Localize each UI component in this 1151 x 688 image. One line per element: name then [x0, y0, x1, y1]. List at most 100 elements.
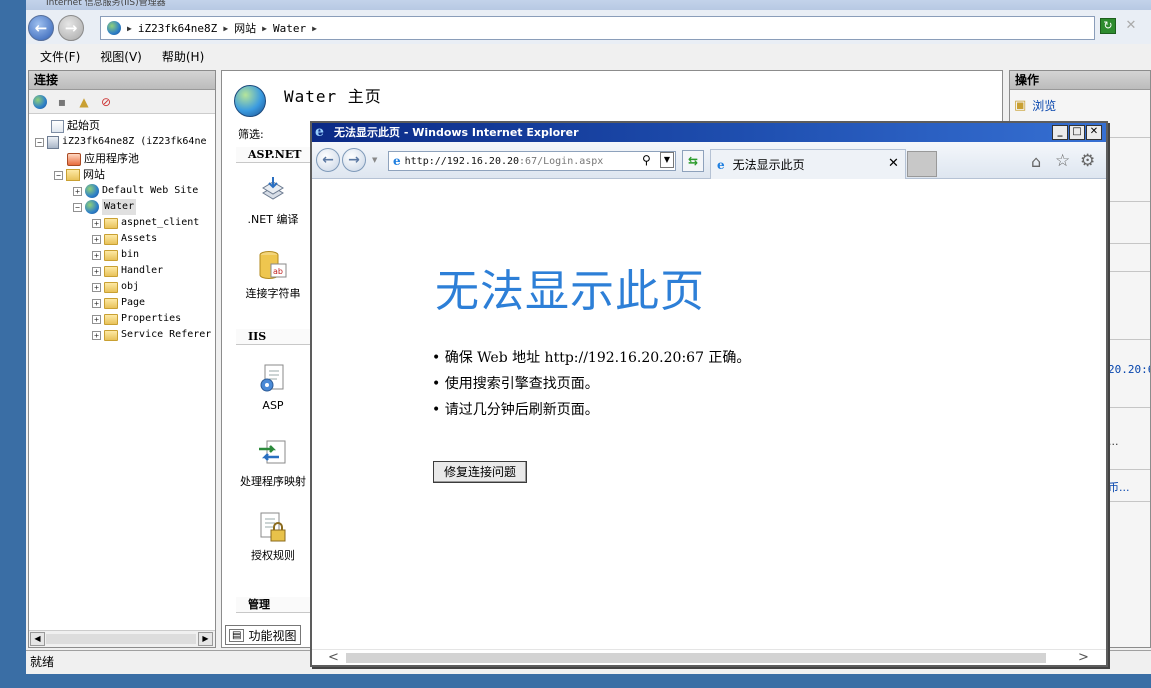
collapse-icon[interactable]: −	[35, 137, 44, 147]
scroll-left-icon[interactable]: ◀	[30, 632, 45, 646]
fix-connection-button[interactable]: 修复连接问题	[433, 461, 528, 483]
tree-node-folder[interactable]: + Assets	[92, 231, 157, 247]
expand-icon[interactable]: +	[92, 298, 101, 308]
refresh-icon[interactable]: ↻	[1100, 18, 1116, 34]
iis-address-row: ← → ▶ iZ23fk64ne8Z ▶ 网站 ▶ Water ▶	[26, 10, 1151, 44]
gear-icon[interactable]: ⚙	[1080, 151, 1095, 171]
ie-back-button[interactable]: ←	[316, 148, 340, 172]
database-ab-icon: ab	[257, 249, 289, 281]
group-header-iis[interactable]: IIS	[236, 329, 310, 345]
tree-node-folder[interactable]: + bin	[92, 247, 139, 263]
home-icon[interactable]: ⌂	[1031, 152, 1041, 171]
save-icon[interactable]: ▪	[54, 94, 70, 110]
feature-label: 处理程序映射	[240, 475, 306, 488]
connections-horizontal-scrollbar[interactable]: ◀ ▶	[29, 630, 215, 647]
ie-tab-icon: e	[717, 157, 725, 172]
tree-node-folder[interactable]: + Page	[92, 295, 145, 311]
url-host: http://192.16.20.20	[404, 155, 520, 167]
tree-label: Handler	[121, 265, 164, 276]
ie-horizontal-scrollbar[interactable]: < >	[312, 649, 1106, 665]
tree-node-folder[interactable]: + Properties	[92, 311, 181, 327]
menu-view[interactable]: 视图(V)	[100, 48, 142, 65]
features-view-tab[interactable]: ▤ 功能视图	[225, 625, 302, 645]
maximize-button[interactable]: □	[1069, 125, 1085, 140]
group-header-manage[interactable]: 管理	[236, 597, 310, 613]
tree-node-folder[interactable]: + obj	[92, 279, 139, 295]
favorites-star-icon[interactable]: ☆	[1055, 151, 1070, 171]
ie-tab[interactable]: e 无法显示此页	[710, 149, 906, 179]
address-dropdown-icon[interactable]: ▼	[660, 152, 674, 168]
tree-node-folder[interactable]: + aspnet_client	[92, 215, 199, 231]
up-folder-icon[interactable]: ▲	[76, 94, 92, 110]
globe-icon	[107, 21, 121, 35]
menu-file[interactable]: 文件(F)	[40, 48, 80, 65]
svg-text:ab: ab	[273, 267, 283, 276]
stop-icon[interactable]: ✕	[1123, 18, 1139, 34]
action-link-fragment[interactable]: 币...	[1108, 479, 1130, 495]
breadcrumb-water[interactable]: Water	[273, 22, 306, 35]
scroll-track[interactable]	[46, 634, 196, 644]
expand-icon[interactable]: +	[92, 314, 101, 324]
breadcrumb-arrow-icon[interactable]: ▶	[262, 24, 267, 33]
tree-node-start-page[interactable]: 起始页	[51, 118, 100, 134]
feature-net-compile[interactable]: .NET 编译	[236, 175, 310, 227]
feature-asp[interactable]: ASP	[236, 363, 310, 412]
feature-label: 授权规则	[251, 549, 295, 562]
folder-icon	[104, 329, 118, 341]
collapse-icon[interactable]: −	[73, 202, 82, 212]
feature-connection-strings[interactable]: ab 连接字符串	[236, 249, 310, 301]
connect-globe-icon[interactable]	[32, 94, 48, 110]
ie-forward-button[interactable]: →	[342, 148, 366, 172]
feature-handler-mappings[interactable]: 处理程序映射	[236, 437, 310, 489]
new-tab-button[interactable]	[907, 151, 937, 177]
refresh-go-icon[interactable]: ⇆	[682, 150, 704, 172]
tab-label: 功能视图	[248, 628, 297, 643]
history-dropdown-icon[interactable]: ▼	[372, 156, 377, 164]
scroll-right-icon[interactable]: ▶	[198, 632, 213, 646]
expand-icon[interactable]: +	[92, 234, 101, 244]
expand-icon[interactable]: +	[92, 266, 101, 276]
tab-close-icon[interactable]: ✕	[888, 156, 899, 171]
tree-node-folder[interactable]: + Service Referer	[92, 327, 211, 343]
tree-label: Page	[121, 297, 146, 308]
expand-icon[interactable]: +	[73, 186, 82, 196]
scroll-left-icon[interactable]: <	[328, 650, 339, 666]
tree-node-app-pools[interactable]: 应用程序池	[67, 151, 139, 167]
breadcrumb-sites[interactable]: 网站	[234, 20, 256, 36]
tree-node-sites[interactable]: − 网站	[54, 167, 105, 183]
search-icon[interactable]: ⚲	[642, 152, 658, 168]
tree-node-server[interactable]: − iZ23fk64ne8Z (iZ23fk64ne	[35, 134, 207, 150]
ie-title-bar[interactable]: 无法显示此页 - Windows Internet Explorer	[312, 123, 1106, 142]
sites-folder-icon	[66, 169, 80, 181]
breadcrumb-arrow-icon[interactable]: ▶	[127, 24, 132, 33]
tree-node-water[interactable]: − Water	[73, 199, 137, 215]
tree-node-folder[interactable]: + Handler	[92, 263, 163, 279]
back-button[interactable]: ←	[28, 15, 54, 41]
feature-authorization-rules[interactable]: 授权规则	[236, 511, 310, 563]
breadcrumb-address-bar[interactable]: ▶ iZ23fk64ne8Z ▶ 网站 ▶ Water ▶	[100, 16, 1095, 40]
scroll-thumb[interactable]	[346, 653, 1046, 663]
browse-action-link[interactable]: ▣ 浏览	[1014, 97, 1056, 114]
action-link-fragment[interactable]: ...	[1108, 435, 1119, 448]
expand-icon[interactable]: +	[92, 330, 101, 340]
tree-label: aspnet_client	[121, 217, 200, 228]
expand-icon[interactable]: +	[92, 250, 101, 260]
collapse-icon[interactable]: −	[54, 170, 63, 180]
disconnect-icon[interactable]: ⊘	[98, 94, 114, 110]
expand-icon[interactable]: +	[92, 282, 101, 292]
breadcrumb-arrow-icon[interactable]: ▶	[223, 24, 228, 33]
feature-label: 连接字符串	[245, 287, 301, 300]
server-icon	[47, 135, 59, 149]
ie-address-input[interactable]: e http://192.16.20.20:67/Login.aspx	[388, 151, 676, 171]
menu-help[interactable]: 帮助(H)	[162, 48, 204, 65]
action-link-ip-fragment[interactable]: 20.20:6	[1108, 363, 1150, 376]
tree-node-default-site[interactable]: + Default Web Site	[73, 183, 198, 199]
group-header-aspnet[interactable]: ASP.NET	[236, 147, 310, 163]
breadcrumb-server[interactable]: iZ23fk64ne8Z	[138, 22, 217, 35]
minimize-button[interactable]: _	[1052, 125, 1068, 140]
scroll-right-icon[interactable]: >	[1078, 650, 1089, 666]
forward-button[interactable]: →	[58, 15, 84, 41]
breadcrumb-arrow-icon[interactable]: ▶	[312, 24, 317, 33]
expand-icon[interactable]: +	[92, 218, 101, 228]
close-button[interactable]: ✕	[1086, 125, 1102, 140]
